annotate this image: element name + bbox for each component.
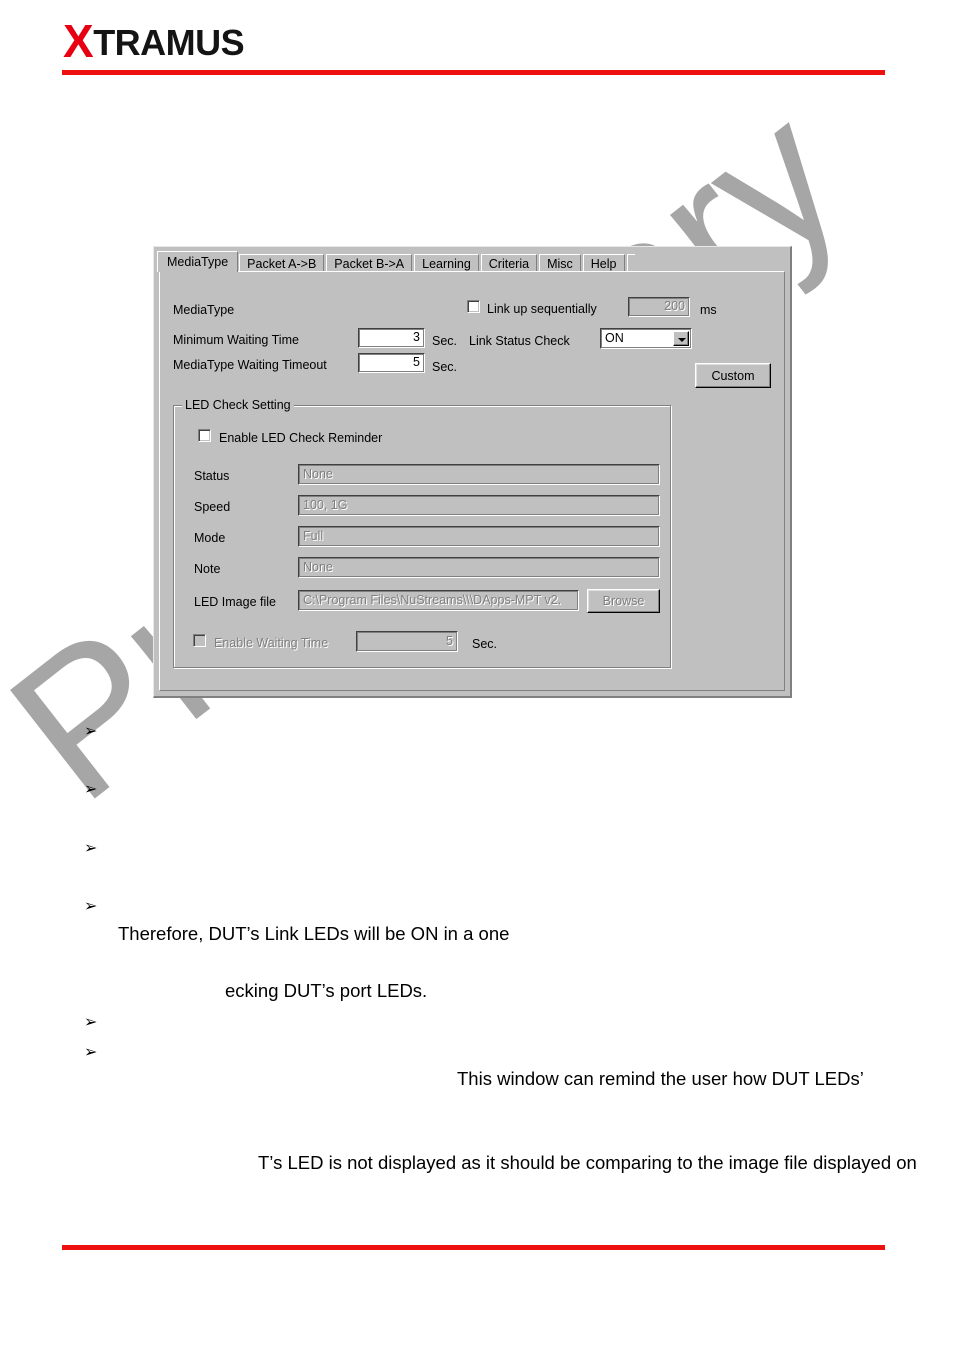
tabstrip-filler (626, 254, 635, 272)
enable-led-check-reminder-checkbox[interactable] (198, 429, 211, 442)
xtramus-logo: XTRAMUS (63, 18, 245, 64)
bullet-marker: ➢ (84, 721, 98, 740)
body-paragraph: T’s LED is not displayed as it should be… (258, 1152, 917, 1173)
page-header: XTRAMUS (0, 0, 954, 90)
bullet-marker: ➢ (84, 1012, 98, 1031)
body-paragraph: Therefore, DUT’s Link LEDs will be ON in… (118, 923, 510, 944)
tab-learning[interactable]: Learning (414, 254, 479, 272)
enable-waiting-time-checkbox[interactable] (193, 634, 206, 647)
enable-waiting-time-unit: Sec. (472, 637, 498, 651)
note-field[interactable]: None (298, 557, 660, 578)
mode-field[interactable]: Full (298, 526, 660, 547)
led-check-setting-title: LED Check Setting (182, 398, 294, 412)
bullet-marker: ➢ (84, 779, 98, 798)
bullet-marker: ➢ (84, 1042, 98, 1061)
link-status-check-select[interactable]: ON (600, 328, 692, 349)
link-status-check-value: ON (605, 331, 624, 345)
enable-led-check-reminder-label: Enable LED Check Reminder (219, 431, 383, 445)
minimum-waiting-time-label: Minimum Waiting Time (173, 333, 299, 347)
body-paragraph: This window can remind the user how DUT … (457, 1068, 864, 1089)
logo-wordmark: TRAMUS (93, 22, 245, 63)
speed-field[interactable]: 100, 1G (298, 495, 660, 516)
link-up-sequentially-label: Link up sequentially (487, 302, 597, 316)
tab-help[interactable]: Help (582, 254, 625, 272)
status-field[interactable]: None (298, 464, 660, 485)
tab-criteria[interactable]: Criteria (480, 254, 538, 272)
note-label: Note (194, 562, 221, 576)
mediatype-waiting-timeout-input[interactable]: 5 (358, 353, 425, 373)
tab-mediatype[interactable]: MediaType (157, 251, 239, 272)
tab-packet-a-to-b[interactable]: Packet A->B (239, 254, 325, 272)
custom-button[interactable]: Custom (695, 363, 771, 388)
link-up-sequentially-checkbox[interactable] (467, 300, 480, 313)
link-status-check-label: Link Status Check (469, 334, 570, 348)
bullet-marker: ➢ (84, 838, 98, 857)
tab-misc[interactable]: Misc (539, 254, 581, 272)
mediatype-tab-panel: MediaType Minimum Waiting Time 3 Sec. Me… (159, 271, 785, 691)
status-label: Status (194, 469, 230, 483)
mediatype-section-label: MediaType (173, 303, 235, 317)
mediatype-waiting-timeout-unit: Sec. (432, 360, 458, 374)
minimum-waiting-time-unit: Sec. (432, 334, 458, 348)
speed-label: Speed (194, 500, 231, 514)
mode-label: Mode (194, 531, 226, 545)
led-image-file-input[interactable]: C:\Program Files\NuStreams\\\DApps-MPT v… (298, 590, 579, 611)
led-image-file-label: LED Image file (194, 595, 276, 609)
bullet-marker: ➢ (84, 896, 98, 915)
mediatype-waiting-timeout-label: MediaType Waiting Timeout (173, 358, 327, 372)
link-up-sequentially-unit: ms (700, 303, 717, 317)
body-paragraph: ecking DUT’s port LEDs. (225, 980, 428, 1001)
footer-divider (62, 1245, 885, 1250)
browse-button[interactable]: Browse (587, 589, 660, 613)
chevron-down-icon[interactable] (673, 331, 689, 346)
tab-packet-b-to-a[interactable]: Packet B->A (326, 254, 413, 272)
logo-letter-x: X (63, 15, 94, 67)
minimum-waiting-time-input[interactable]: 3 (358, 328, 425, 348)
led-check-setting-group: LED Check Setting Enable LED Check Remin… (173, 398, 671, 668)
mediatype-settings-dialog: MediaType Packet A->B Packet B->A Learni… (153, 246, 792, 698)
enable-waiting-time-input[interactable]: 5 (356, 631, 458, 652)
link-up-sequentially-delay-input[interactable]: 200 (628, 297, 690, 317)
dialog-tabstrip: MediaType Packet A->B Packet B->A Learni… (157, 251, 635, 272)
enable-waiting-time-label: Enable Waiting Time (214, 636, 329, 650)
